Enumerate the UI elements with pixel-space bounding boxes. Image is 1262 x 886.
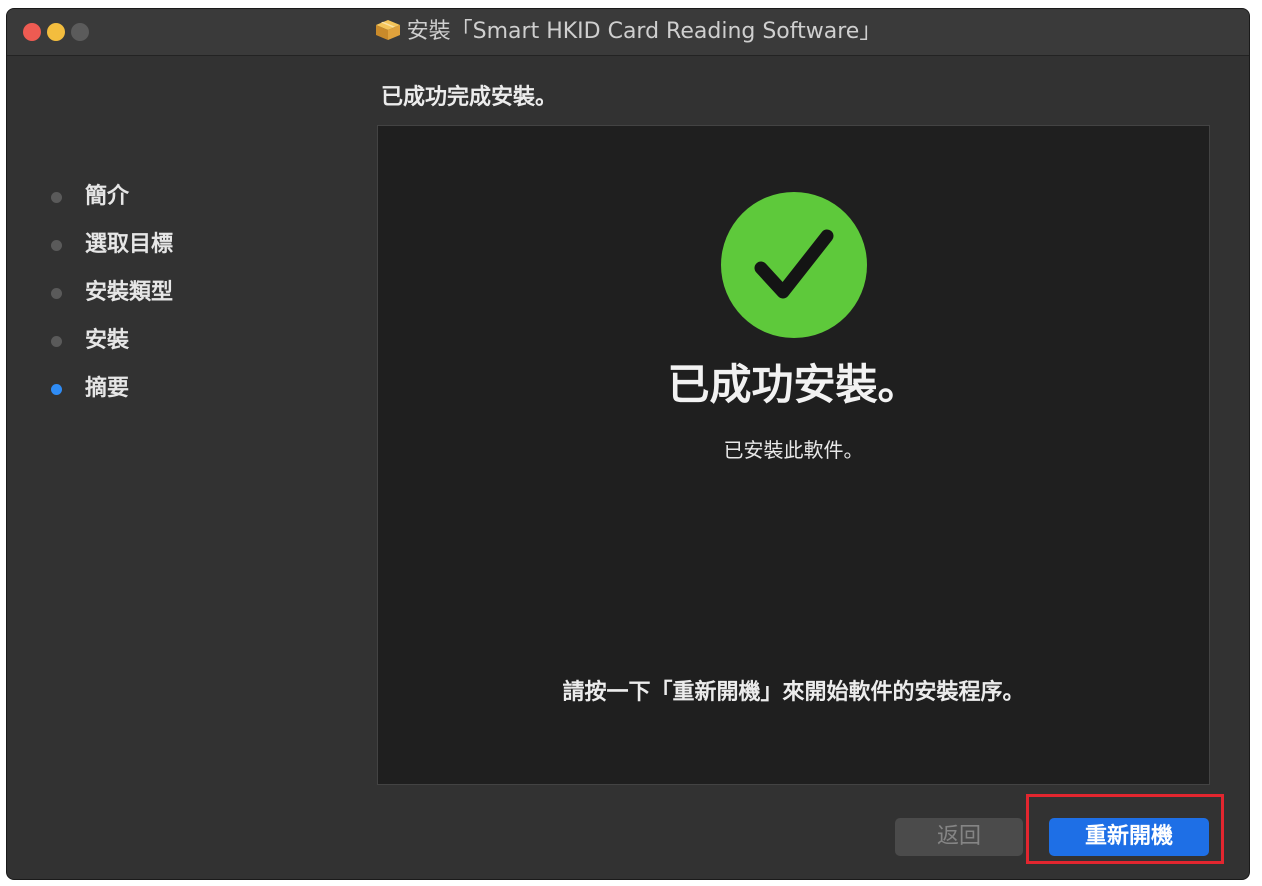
checkmark-circle-icon bbox=[721, 192, 867, 338]
success-subtitle: 已安裝此軟件。 bbox=[723, 438, 864, 462]
step-dot bbox=[51, 192, 62, 203]
success-title: 已成功安裝。 bbox=[667, 360, 920, 409]
window-title: 安裝「Smart HKID Card Reading Software」 bbox=[406, 19, 882, 44]
step-label: 安裝 bbox=[85, 328, 130, 353]
step-dot-active bbox=[51, 384, 62, 395]
title-bar: 安裝「Smart HKID Card Reading Software」 bbox=[7, 9, 1249, 56]
page-heading: 已成功完成安裝。 bbox=[381, 85, 558, 110]
summary-panel: 已成功安裝。 已安裝此軟件。 請按一下「重新開機」來開始軟件的安裝程序。 bbox=[377, 125, 1210, 785]
step-dot bbox=[51, 336, 62, 347]
step-dot bbox=[51, 288, 62, 299]
step-label: 簡介 bbox=[85, 184, 130, 209]
installer-steps-sidebar: 簡介 選取目標 安裝類型 安裝 摘要 bbox=[7, 55, 367, 879]
step-label: 選取目標 bbox=[85, 232, 174, 257]
window-title-group: 安裝「Smart HKID Card Reading Software」 bbox=[7, 19, 1249, 45]
restart-instruction: 請按一下「重新開機」來開始軟件的安裝程序。 bbox=[562, 680, 1025, 705]
back-button[interactable]: 返回 bbox=[895, 818, 1023, 856]
step-dot bbox=[51, 240, 62, 251]
package-icon bbox=[375, 20, 400, 40]
step-label: 摘要 bbox=[85, 376, 130, 401]
highlight-box bbox=[1026, 794, 1224, 864]
step-label: 安裝類型 bbox=[85, 280, 174, 305]
installer-window: 安裝「Smart HKID Card Reading Software」 簡介 … bbox=[6, 8, 1250, 880]
